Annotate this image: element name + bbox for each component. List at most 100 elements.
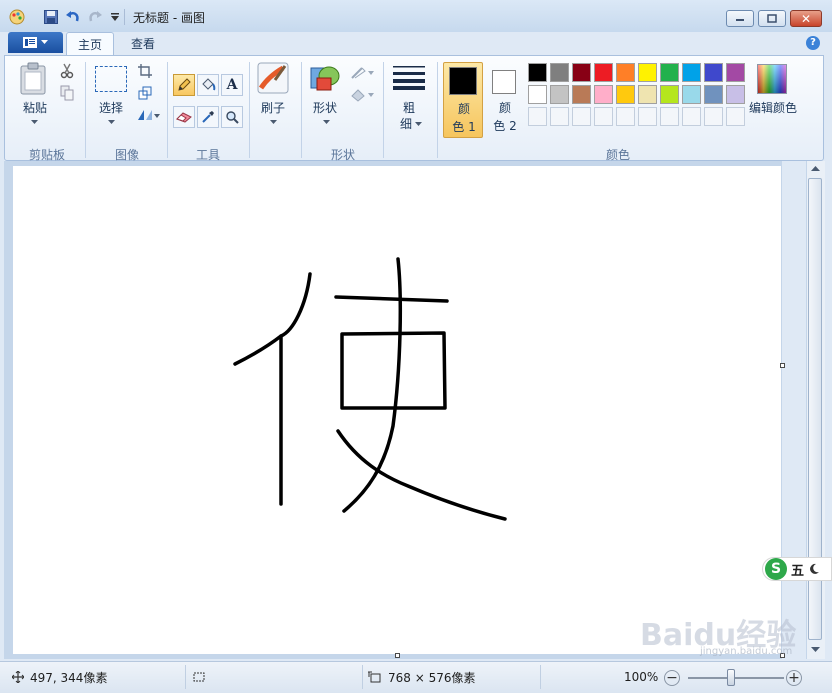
clipboard-icon[interactable] bbox=[19, 62, 51, 98]
palette-swatch[interactable] bbox=[660, 107, 679, 126]
chevron-down-icon bbox=[41, 40, 48, 44]
shapes-dropdown-icon[interactable] bbox=[323, 120, 330, 125]
outline-icon[interactable] bbox=[349, 64, 375, 82]
color1-button[interactable]: 颜 色 1 bbox=[443, 62, 483, 138]
cursor-position-icon bbox=[12, 671, 24, 683]
text-tool-button[interactable]: A bbox=[221, 74, 243, 96]
paste-button[interactable]: 粘贴 bbox=[13, 100, 57, 116]
scroll-up-icon[interactable] bbox=[811, 166, 820, 172]
magnifier-tool-button[interactable] bbox=[221, 106, 243, 128]
color2-label-top: 颜 bbox=[498, 101, 511, 115]
maximize-button[interactable] bbox=[758, 10, 786, 27]
size-label-top[interactable]: 粗 bbox=[389, 100, 429, 116]
shapes-icon[interactable] bbox=[309, 62, 343, 96]
redo-icon[interactable] bbox=[86, 8, 104, 26]
color1-label-top: 颜 bbox=[457, 102, 470, 116]
palette-swatch[interactable] bbox=[682, 85, 701, 104]
zoom-in-button[interactable]: + bbox=[786, 670, 802, 686]
undo-icon[interactable] bbox=[64, 8, 82, 26]
palette-swatch[interactable] bbox=[572, 63, 591, 82]
palette-swatch[interactable] bbox=[638, 63, 657, 82]
canvas-resize-handle-bottom[interactable] bbox=[395, 653, 400, 658]
palette-swatch[interactable] bbox=[704, 63, 723, 82]
palette-swatch[interactable] bbox=[572, 107, 591, 126]
palette-swatch[interactable] bbox=[726, 63, 745, 82]
zoom-out-button[interactable]: − bbox=[664, 670, 680, 686]
palette-swatch[interactable] bbox=[594, 63, 613, 82]
fill-tool-button[interactable] bbox=[197, 74, 219, 96]
color-picker-tool-button[interactable] bbox=[197, 106, 219, 128]
cursor-position: 497, 344像素 bbox=[12, 666, 107, 688]
rotate-icon[interactable] bbox=[135, 106, 161, 124]
palette-swatch[interactable] bbox=[594, 107, 613, 126]
ime-indicator[interactable]: S 五 bbox=[762, 557, 832, 581]
copy-icon[interactable] bbox=[57, 84, 77, 102]
paint-app-icon[interactable] bbox=[8, 8, 26, 26]
ribbon: 粘贴 剪贴板 选择 图像 A 工具 刷子 形状 形状 粗 细 颜 色 1 颜 色… bbox=[4, 55, 824, 162]
palette-swatch[interactable] bbox=[638, 85, 657, 104]
window-title: 无标题 - 画图 bbox=[133, 11, 205, 25]
line-size-icon[interactable] bbox=[393, 64, 425, 91]
shapes-button[interactable]: 形状 bbox=[305, 100, 345, 116]
select-icon[interactable] bbox=[95, 66, 127, 92]
palette-swatch[interactable] bbox=[704, 107, 723, 126]
ime-mode: 五 bbox=[791, 563, 805, 579]
brushes-dropdown-icon[interactable] bbox=[270, 120, 277, 125]
palette-swatch[interactable] bbox=[616, 63, 635, 82]
crop-icon[interactable] bbox=[135, 62, 155, 80]
brush-icon[interactable] bbox=[257, 62, 289, 96]
size-dropdown-icon[interactable] bbox=[415, 122, 422, 127]
title-divider bbox=[124, 9, 125, 25]
status-separator bbox=[185, 665, 186, 689]
save-icon[interactable] bbox=[42, 8, 60, 26]
eraser-tool-button[interactable] bbox=[173, 106, 195, 128]
palette-swatch[interactable] bbox=[704, 85, 723, 104]
customize-qat-icon[interactable] bbox=[106, 8, 124, 26]
select-dropdown-icon[interactable] bbox=[108, 120, 115, 125]
minimize-button[interactable] bbox=[726, 10, 754, 27]
color2-button[interactable]: 颜 色 2 bbox=[485, 62, 525, 138]
canvas-resize-handle-right[interactable] bbox=[780, 363, 785, 368]
minimize-icon bbox=[736, 18, 744, 21]
maximize-icon bbox=[767, 14, 777, 23]
zoom-level: 100% bbox=[624, 670, 659, 684]
palette-swatch[interactable] bbox=[682, 107, 701, 126]
palette-swatch[interactable] bbox=[594, 85, 613, 104]
image-size: 768 × 576像素 bbox=[368, 666, 476, 688]
scroll-down-icon[interactable] bbox=[811, 647, 820, 653]
pencil-tool-button[interactable] bbox=[173, 74, 195, 96]
color1-label-bottom: 色 1 bbox=[452, 120, 476, 134]
handwritten-character-drawing bbox=[233, 257, 507, 521]
zoom-slider-track[interactable] bbox=[688, 677, 784, 679]
palette-swatch[interactable] bbox=[572, 85, 591, 104]
paste-dropdown-icon[interactable] bbox=[31, 120, 38, 125]
drawing-canvas[interactable] bbox=[13, 166, 781, 654]
palette-swatch[interactable] bbox=[638, 107, 657, 126]
palette-swatch[interactable] bbox=[616, 85, 635, 104]
palette-swatch[interactable] bbox=[528, 63, 547, 82]
palette-swatch[interactable] bbox=[660, 63, 679, 82]
palette-swatch[interactable] bbox=[550, 85, 569, 104]
edit-colors-button[interactable]: 编辑颜色 bbox=[743, 100, 803, 116]
fill-icon[interactable] bbox=[349, 86, 375, 104]
close-button[interactable]: ✕ bbox=[790, 10, 822, 27]
edit-colors-icon[interactable] bbox=[757, 64, 787, 94]
paint-menu-button[interactable] bbox=[8, 32, 63, 53]
palette-swatch[interactable] bbox=[660, 85, 679, 104]
selection-size-icon bbox=[193, 672, 205, 682]
help-icon[interactable]: ? bbox=[806, 36, 820, 50]
image-size-icon bbox=[368, 671, 381, 683]
brushes-button[interactable]: 刷子 bbox=[253, 100, 293, 116]
palette-swatch[interactable] bbox=[550, 107, 569, 126]
tab-home[interactable]: 主页 bbox=[66, 32, 114, 56]
palette-swatch[interactable] bbox=[682, 63, 701, 82]
cut-icon[interactable] bbox=[57, 62, 77, 80]
resize-icon[interactable] bbox=[135, 84, 155, 102]
tab-view[interactable]: 查看 bbox=[120, 32, 166, 56]
palette-swatch[interactable] bbox=[528, 107, 547, 126]
palette-swatch[interactable] bbox=[528, 85, 547, 104]
palette-swatch[interactable] bbox=[616, 107, 635, 126]
palette-swatch[interactable] bbox=[550, 63, 569, 82]
select-button[interactable]: 选择 bbox=[89, 100, 133, 116]
zoom-slider-thumb[interactable] bbox=[727, 669, 735, 686]
